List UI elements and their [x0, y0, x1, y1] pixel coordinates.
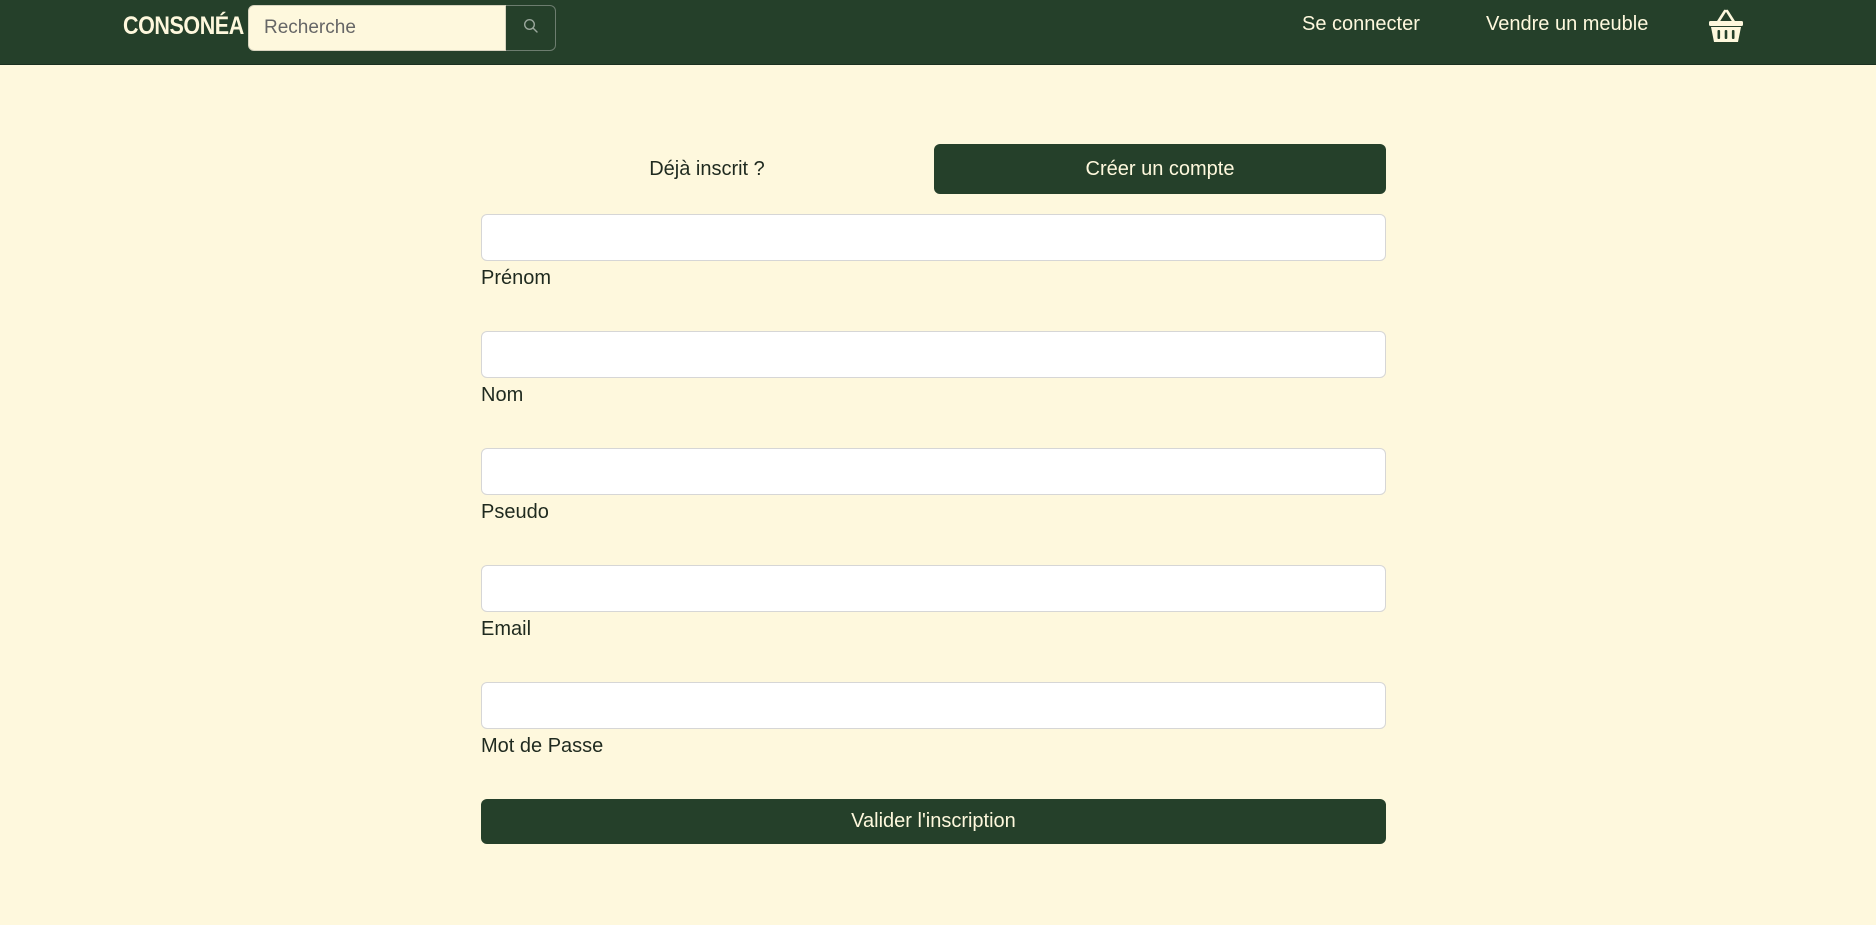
username-input[interactable]	[481, 448, 1386, 495]
email-input[interactable]	[481, 565, 1386, 612]
submit-registration-button[interactable]: Valider l'inscription	[481, 799, 1386, 844]
email-label: Email	[481, 618, 532, 640]
login-link[interactable]: Se connecter	[1302, 13, 1420, 36]
password-label: Mot de Passe	[481, 735, 604, 757]
search-input[interactable]	[248, 5, 506, 51]
sell-furniture-link[interactable]: Vendre un meuble	[1486, 13, 1648, 36]
basket-button[interactable]	[1706, 9, 1746, 45]
password-field: Mot de Passe	[481, 682, 1386, 758]
tab-already-registered[interactable]: Déjà inscrit ?	[481, 144, 933, 194]
first-name-field: Prénom	[481, 214, 1386, 290]
search-button[interactable]	[506, 5, 556, 51]
last-name-input[interactable]	[481, 331, 1386, 378]
first-name-label: Prénom	[481, 267, 552, 289]
auth-tabs: Déjà inscrit ? Créer un compte	[481, 144, 1386, 194]
basket-icon	[1706, 9, 1746, 49]
search-bar	[248, 5, 556, 51]
last-name-label: Nom	[481, 384, 524, 406]
email-field: Email	[481, 565, 1386, 641]
last-name-field: Nom	[481, 331, 1386, 407]
brand-logo[interactable]: CONSONÉA	[123, 12, 244, 41]
username-label: Pseudo	[481, 501, 549, 523]
search-icon	[523, 18, 539, 39]
navbar: CONSONÉA Se connecter Vendre un meuble	[0, 0, 1876, 65]
tab-create-account[interactable]: Créer un compte	[934, 144, 1386, 194]
username-field: Pseudo	[481, 448, 1386, 524]
password-input[interactable]	[481, 682, 1386, 729]
first-name-input[interactable]	[481, 214, 1386, 261]
